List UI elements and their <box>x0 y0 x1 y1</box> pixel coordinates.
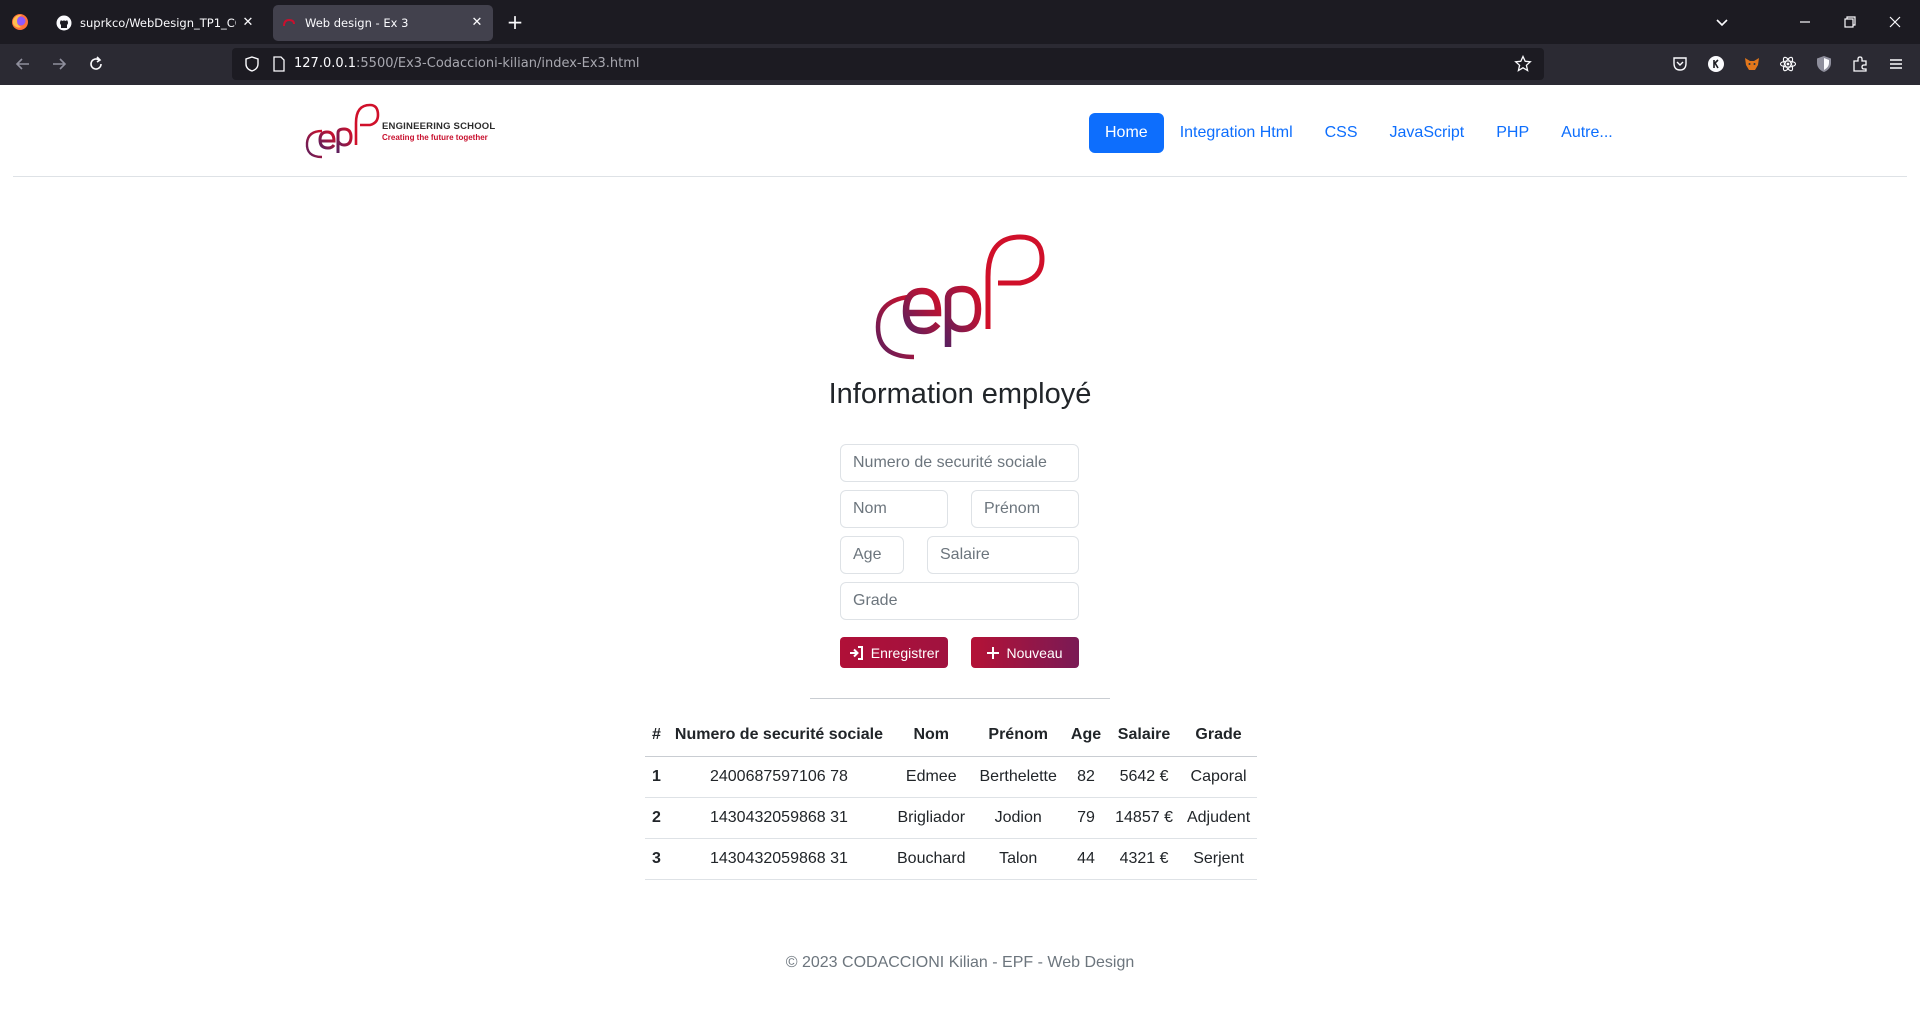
github-icon <box>56 15 72 31</box>
page-title: Information employé <box>828 378 1092 410</box>
column-header: Prénom <box>972 715 1064 757</box>
shield-icon[interactable] <box>244 56 260 72</box>
close-tab-icon[interactable]: ✕ <box>240 15 256 31</box>
salaire-input[interactable] <box>927 536 1079 574</box>
browser-tab-active[interactable]: Web design - Ex 3 ✕ <box>273 5 493 41</box>
ublock-shield-icon[interactable] <box>1815 55 1833 73</box>
restore-icon[interactable] <box>1840 12 1860 32</box>
nav-link-javascript[interactable]: JavaScript <box>1374 113 1481 153</box>
browser-tab-github[interactable]: suprkco/WebDesign_TP1_CODACCIONI ✕ <box>48 5 264 41</box>
url-text[interactable]: 127.0.0.1:5500/Ex3-Codaccioni-kilian/ind… <box>294 56 640 71</box>
nav-link-php[interactable]: PHP <box>1480 113 1545 153</box>
column-header: Age <box>1063 715 1109 757</box>
nav-link-autre[interactable]: Autre... <box>1545 113 1629 153</box>
save-button-label: Enregistrer <box>870 644 940 661</box>
table-header-row: # Numero de securité sociale Nom Prénom … <box>645 715 1258 757</box>
save-button[interactable]: Enregistrer <box>840 637 948 668</box>
react-devtools-icon[interactable] <box>1779 55 1797 73</box>
epf-logo-icon <box>305 103 380 159</box>
column-header: Numero de securité sociale <box>667 715 890 757</box>
close-tab-icon[interactable]: ✕ <box>469 15 485 31</box>
epf-main-logo <box>875 234 1045 360</box>
table-cell: Brigliador <box>890 797 973 839</box>
grade-input[interactable] <box>840 582 1079 620</box>
k-extension-icon[interactable] <box>1707 55 1725 73</box>
sign-in-icon <box>849 645 864 660</box>
table-cell: 2 <box>645 797 668 839</box>
url-host: 127.0.0.1 <box>294 56 357 71</box>
metamask-fox-icon[interactable] <box>1743 55 1761 73</box>
table-cell: 5642 € <box>1108 756 1180 798</box>
page-icon[interactable] <box>272 56 286 72</box>
column-header: Grade <box>1179 715 1258 757</box>
column-header: # <box>645 715 668 757</box>
table-cell: Serjent <box>1179 838 1258 880</box>
bookmark-star-icon[interactable] <box>1514 55 1532 73</box>
table-cell: 1430432059868 31 <box>667 797 890 839</box>
table-cell: 4321 € <box>1108 838 1180 880</box>
browser-nav-bar: 127.0.0.1:5500/Ex3-Codaccioni-kilian/ind… <box>0 44 1920 85</box>
nom-input[interactable] <box>840 490 948 528</box>
back-arrow-icon[interactable] <box>13 54 33 74</box>
site-nav: Home Integration Html CSS JavaScript PHP… <box>1089 113 1629 153</box>
table-row: 3 1430432059868 31 Bouchard Talon 44 432… <box>645 838 1258 880</box>
forward-arrow-icon[interactable] <box>49 54 69 74</box>
nav-link-css[interactable]: CSS <box>1309 113 1374 153</box>
nss-input[interactable] <box>840 444 1079 482</box>
site-header: ENGINEERING SCHOOL Creating the future t… <box>13 85 1907 177</box>
new-button[interactable]: Nouveau <box>971 637 1079 668</box>
table-cell: Adjudent <box>1179 797 1258 839</box>
table-cell: Caporal <box>1179 756 1258 798</box>
close-window-icon[interactable] <box>1885 12 1905 32</box>
table-cell: 1 <box>645 756 668 798</box>
reload-icon[interactable] <box>86 54 106 74</box>
firefox-icon[interactable] <box>11 13 29 31</box>
epf-icon <box>281 15 297 31</box>
employee-table: # Numero de securité sociale Nom Prénom … <box>645 715 1258 880</box>
table-cell: Edmee <box>890 756 973 798</box>
nav-link-home[interactable]: Home <box>1089 113 1164 153</box>
table-cell: 82 <box>1063 756 1109 798</box>
brand-tagline-school: ENGINEERING SCHOOL <box>382 121 496 132</box>
minimize-icon[interactable] <box>1795 12 1815 32</box>
url-path: :5500/Ex3-Codaccioni-kilian/index-Ex3.ht… <box>356 56 640 71</box>
table-cell: 79 <box>1063 797 1109 839</box>
table-cell: Talon <box>972 838 1064 880</box>
table-cell: 1430432059868 31 <box>667 838 890 880</box>
web-page: ENGINEERING SCHOOL Creating the future t… <box>0 85 1920 1031</box>
new-button-label: Nouveau <box>1006 644 1063 661</box>
column-header: Salaire <box>1108 715 1180 757</box>
table-cell: 2400687597106 78 <box>667 756 890 798</box>
extensions-puzzle-icon[interactable] <box>1851 55 1869 73</box>
column-header: Nom <box>890 715 973 757</box>
brand-tagline-slogan: Creating the future together <box>382 133 488 142</box>
tab-title: suprkco/WebDesign_TP1_CODACCIONI <box>80 16 236 30</box>
prenom-input[interactable] <box>971 490 1079 528</box>
table-cell: Bouchard <box>890 838 973 880</box>
chevron-down-icon[interactable] <box>1712 12 1732 32</box>
brand-logo[interactable]: ENGINEERING SCHOOL Creating the future t… <box>304 101 516 161</box>
pocket-icon[interactable] <box>1671 55 1689 73</box>
plus-icon <box>987 646 1000 659</box>
divider <box>810 698 1110 699</box>
tab-title: Web design - Ex 3 <box>305 16 409 30</box>
table-cell: Berthelette <box>972 756 1064 798</box>
footer-copyright: © 2023 CODACCIONI Kilian - EPF - Web Des… <box>785 954 1135 971</box>
address-bar[interactable]: 127.0.0.1:5500/Ex3-Codaccioni-kilian/ind… <box>232 48 1544 80</box>
browser-tab-bar: suprkco/WebDesign_TP1_CODACCIONI ✕ Web d… <box>0 0 1920 44</box>
table-row: 2 1430432059868 31 Brigliador Jodion 79 … <box>645 797 1258 839</box>
hamburger-menu-icon[interactable] <box>1887 55 1905 73</box>
table-cell: Jodion <box>972 797 1064 839</box>
nav-link-integration-html[interactable]: Integration Html <box>1164 113 1309 153</box>
new-tab-button[interactable]: + <box>504 11 526 33</box>
table-cell: 14857 € <box>1108 797 1180 839</box>
table-cell: 3 <box>645 838 668 880</box>
table-cell: 44 <box>1063 838 1109 880</box>
table-row: 1 2400687597106 78 Edmee Berthelette 82 … <box>645 756 1258 798</box>
age-input[interactable] <box>840 536 904 574</box>
